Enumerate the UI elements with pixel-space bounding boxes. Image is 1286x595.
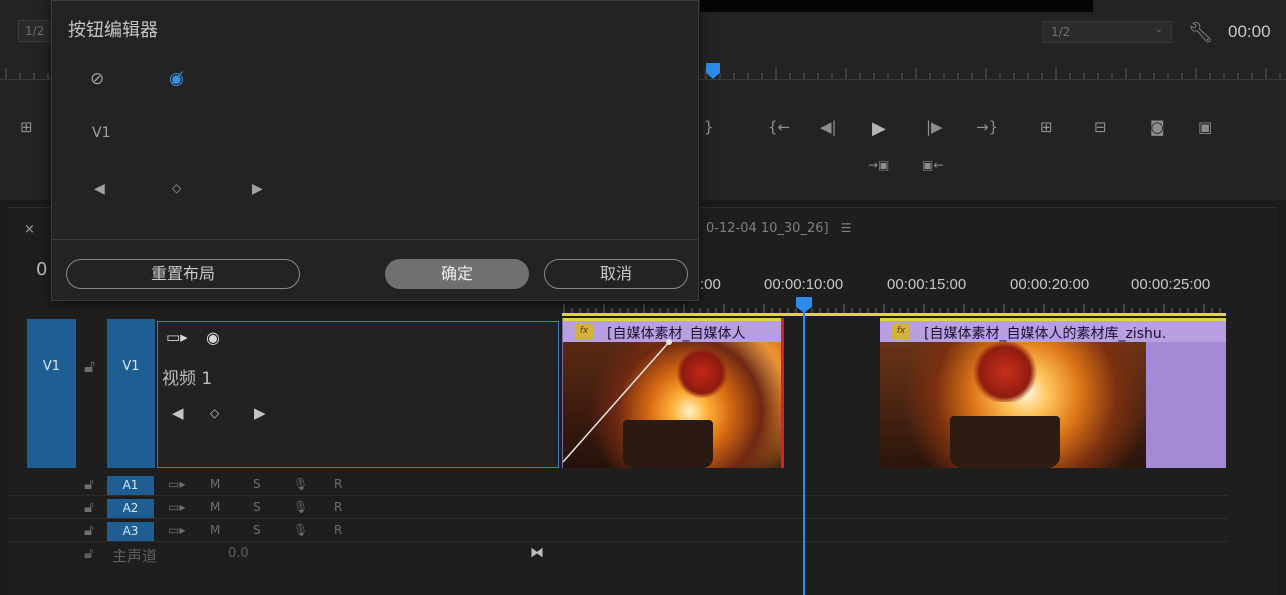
- audio-track-row[interactable]: 🔓︎ A2 ▭▸ M S 🎙︎ R: [8, 497, 560, 519]
- go-to-in-icon[interactable]: {←: [768, 118, 790, 136]
- mute-button[interactable]: M: [210, 523, 220, 537]
- record-button[interactable]: R: [334, 477, 342, 491]
- ruler-label: :00: [700, 276, 721, 293]
- resolution-value: 1/2: [1051, 25, 1071, 39]
- mark-out-icon[interactable]: }: [704, 118, 714, 136]
- chevron-down-icon: ⌄: [1154, 24, 1163, 35]
- add-keyframe-icon[interactable]: ◇: [172, 181, 181, 195]
- source-patch-v1[interactable]: V1: [27, 319, 76, 468]
- cancel-button[interactable]: 取消: [544, 259, 688, 289]
- solo-button[interactable]: S: [253, 500, 261, 514]
- monitor-timecode[interactable]: 00:00: [1228, 22, 1271, 42]
- track-label-button[interactable]: V1: [92, 125, 110, 141]
- menu-icon[interactable]: ☰: [841, 221, 852, 235]
- ruler-label: 00:00:25:00: [1131, 276, 1211, 293]
- monitor-video-preview: [700, 0, 1093, 12]
- time-ruler-labels[interactable]: :00 00:00:10:00 00:00:15:00 00:00:20:00 …: [700, 276, 1260, 294]
- clip-body-fill: [1146, 342, 1226, 468]
- fx-badge[interactable]: fx: [892, 324, 910, 339]
- bowtie-icon[interactable]: ⧓: [530, 545, 544, 561]
- sequence-name: 0-12-04 10_30_26]: [706, 221, 829, 236]
- lock-icon[interactable]: 🔓︎: [84, 357, 95, 377]
- master-label: 主声道: [112, 547, 158, 565]
- next-keyframe-icon[interactable]: ▶: [252, 181, 263, 197]
- record-button[interactable]: R: [334, 523, 342, 537]
- sync-lock-icon[interactable]: ▭▸: [168, 477, 185, 491]
- work-area-bar[interactable]: [562, 313, 1226, 316]
- next-keyframe-icon[interactable]: ▶: [254, 404, 266, 422]
- step-back-icon[interactable]: ◀|: [820, 118, 837, 136]
- insert-icon[interactable]: →▣: [868, 158, 889, 172]
- microphone-icon[interactable]: 🎙︎: [293, 477, 308, 491]
- clip-title: [自媒体素材_自媒体人的素材库_zishu.: [924, 326, 1167, 342]
- add-keyframe-icon[interactable]: ◇: [210, 406, 219, 420]
- sync-lock-icon[interactable]: ▭▸: [168, 500, 185, 514]
- track-target-a3[interactable]: A3: [107, 522, 154, 541]
- eye-icon[interactable]: ◉: [206, 328, 220, 347]
- audio-track-lane[interactable]: [560, 520, 1228, 542]
- playhead-line: [803, 310, 805, 595]
- timeline-timecode[interactable]: 0: [36, 259, 47, 280]
- video-track-header[interactable]: ▭▸ ◉ 视频 1 ◀ ◇ ▶: [157, 321, 559, 468]
- toggle-sync-lock-icon[interactable]: ▭▸: [166, 328, 188, 346]
- lift-icon[interactable]: ⊞: [20, 118, 33, 136]
- wrench-icon[interactable]: 🔧︎: [1188, 20, 1213, 44]
- mute-button[interactable]: M: [210, 477, 220, 491]
- ruler-label: 00:00:15:00: [887, 276, 967, 293]
- solo-button[interactable]: S: [253, 523, 261, 537]
- track-target-a2[interactable]: A2: [107, 499, 154, 518]
- microphone-icon[interactable]: 🎙︎: [293, 500, 308, 514]
- lock-icon[interactable]: 🔓︎: [84, 498, 94, 516]
- eye-off-icon[interactable]: ◉̸: [169, 69, 184, 89]
- master-volume-value[interactable]: 0.0: [228, 546, 249, 561]
- master-track[interactable]: 🔓︎ 主声道 0.0 ⧓: [8, 542, 560, 566]
- record-button[interactable]: R: [334, 500, 342, 514]
- previous-keyframe-icon[interactable]: ◀: [172, 404, 184, 422]
- toggle-track-output-icon[interactable]: ⊘: [90, 69, 104, 89]
- ruler-label: 00:00:10:00: [764, 276, 844, 293]
- audio-track-lane[interactable]: [560, 497, 1228, 519]
- track-target-a1[interactable]: A1: [107, 476, 154, 495]
- opacity-rubber-band[interactable]: [563, 318, 781, 468]
- lift-button-icon[interactable]: ⊞: [1040, 118, 1053, 136]
- dialog-divider: [52, 239, 698, 240]
- microphone-icon[interactable]: 🎙︎: [293, 523, 308, 537]
- ok-button[interactable]: 确定: [385, 259, 529, 289]
- mute-button[interactable]: M: [210, 500, 220, 514]
- lock-icon[interactable]: 🔓︎: [84, 521, 94, 539]
- playback-resolution-select[interactable]: 1/2 ⌄: [1042, 21, 1172, 43]
- sequence-tab[interactable]: 0-12-04 10_30_26] ☰: [706, 221, 851, 236]
- thumbnail-flower: [970, 342, 1040, 402]
- clip-header: fx [自媒体素材_自媒体人的素材库_zishu.: [880, 318, 1226, 342]
- step-forward-icon[interactable]: |▶: [926, 118, 943, 136]
- dialog-title: 按钮编辑器: [68, 20, 158, 41]
- lock-icon[interactable]: 🔓︎: [84, 475, 94, 493]
- comparison-view-icon[interactable]: ▣: [1198, 118, 1212, 136]
- track-name: 视频 1: [162, 369, 213, 389]
- camera-icon[interactable]: ◙: [1150, 118, 1165, 136]
- reset-layout-button[interactable]: 重置布局: [66, 259, 300, 289]
- play-icon[interactable]: ▶: [872, 118, 886, 139]
- previous-keyframe-icon[interactable]: ◀: [94, 181, 105, 197]
- track-target-v1[interactable]: V1: [107, 319, 155, 468]
- thumbnail-pot: [950, 416, 1060, 468]
- clip-thumbnail: [880, 342, 1146, 468]
- solo-button[interactable]: S: [253, 477, 261, 491]
- overwrite-icon[interactable]: ▣←: [922, 158, 943, 172]
- button-editor-dialog: 按钮编辑器 ⊘ ◉̸ V1 ◀ ◇ ▶ 重置布局 确定 取消: [51, 0, 699, 301]
- audio-track-row[interactable]: 🔓︎ A3 ▭▸ M S 🎙︎ R: [8, 520, 560, 542]
- audio-track-row[interactable]: 🔓︎ A1 ▭▸ M S 🎙︎ R: [8, 474, 560, 496]
- audio-track-lane[interactable]: [560, 474, 1228, 496]
- go-to-out-icon[interactable]: →}: [976, 118, 998, 136]
- extract-button-icon[interactable]: ⊟: [1094, 118, 1107, 136]
- sync-lock-icon[interactable]: ▭▸: [168, 523, 185, 537]
- close-icon[interactable]: ×: [24, 222, 35, 237]
- ruler-label: 00:00:20:00: [1010, 276, 1090, 293]
- video-clip[interactable]: fx [自媒体素材_自媒体人: [562, 318, 784, 468]
- lock-icon[interactable]: 🔓︎: [84, 544, 94, 562]
- video-clip[interactable]: fx [自媒体素材_自媒体人的素材库_zishu.: [880, 318, 1226, 468]
